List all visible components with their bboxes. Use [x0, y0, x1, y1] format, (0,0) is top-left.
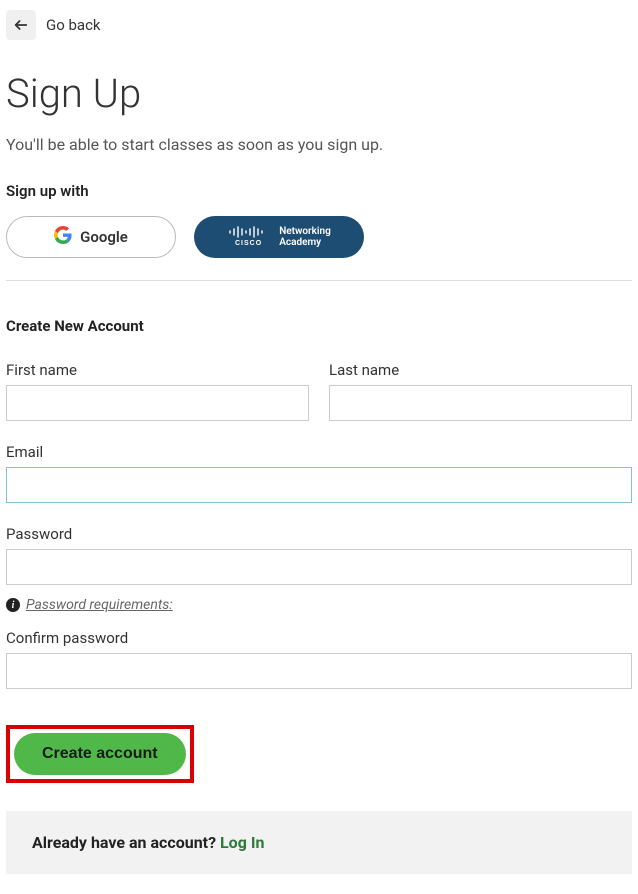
create-account-button[interactable]: Create account [14, 733, 186, 775]
already-have-account-bar: Already have an account? Log In [6, 811, 632, 874]
go-back-label: Go back [46, 16, 101, 34]
email-label: Email [6, 443, 632, 461]
already-prefix: Already have an account? [32, 833, 220, 852]
cisco-line1: Networking [279, 226, 331, 237]
signup-with-label: Sign up with [6, 182, 632, 200]
go-back-link[interactable]: Go back [6, 10, 101, 40]
last-name-input[interactable] [329, 385, 632, 421]
page-subtitle: You'll be able to start classes as soon … [6, 135, 632, 154]
first-name-label: First name [6, 361, 309, 379]
divider [6, 280, 632, 281]
svg-text:CISCO: CISCO [235, 240, 262, 246]
first-name-input[interactable] [6, 385, 309, 421]
cisco-icon: CISCO [227, 224, 269, 250]
password-label: Password [6, 525, 632, 543]
page-title: Sign Up [6, 70, 632, 117]
confirm-password-input[interactable] [6, 653, 632, 689]
back-arrow-icon [6, 10, 36, 40]
google-signup-button[interactable]: Google [6, 216, 176, 258]
oauth-buttons: Google CISCO Networking Aca [6, 216, 632, 258]
info-icon: i [6, 598, 20, 612]
google-icon [54, 226, 72, 248]
google-button-label: Google [80, 228, 128, 246]
create-account-heading: Create New Account [6, 317, 632, 335]
password-requirements-link[interactable]: Password requirements: [26, 597, 173, 613]
last-name-label: Last name [329, 361, 632, 379]
password-input[interactable] [6, 549, 632, 585]
submit-highlight: Create account [6, 725, 194, 783]
cisco-button-label: Networking Academy [279, 226, 331, 248]
cisco-line2: Academy [279, 237, 331, 248]
login-link[interactable]: Log In [220, 833, 264, 852]
email-input[interactable] [6, 467, 632, 503]
cisco-signup-button[interactable]: CISCO Networking Academy [194, 216, 364, 258]
confirm-password-label: Confirm password [6, 629, 632, 647]
